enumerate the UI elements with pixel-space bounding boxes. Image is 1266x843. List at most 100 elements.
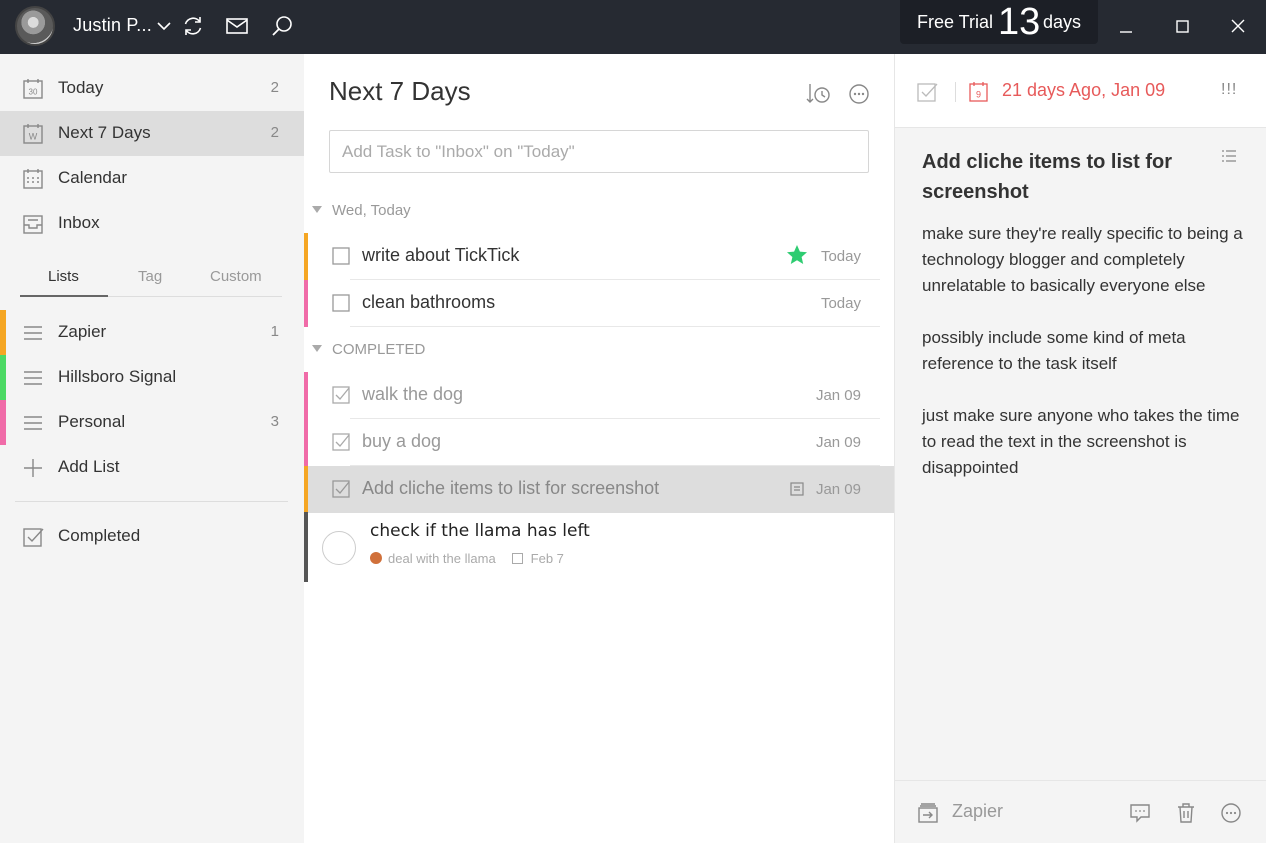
collapse-triangle-icon [312,206,322,213]
avatar[interactable] [15,6,55,46]
detail-header: 9 21 days Ago, Jan 09 !!! [895,54,1266,128]
task-row[interactable]: walk the dog Jan 09 [304,372,894,419]
priority-button[interactable]: !!! [1221,81,1237,99]
active-tab-indicator [20,295,108,297]
section-header-completed[interactable]: COMPLETED [312,341,425,358]
task-title: buy a dog [362,431,442,451]
task-list-panel: Next 7 Days Wed, Today write about TickT… [304,54,894,843]
calendar-week-icon: W [23,124,43,144]
minimize-button[interactable] [1114,14,1138,38]
header-divider [955,82,956,102]
task-color-bar [304,233,308,280]
task-title: write about TickTick [362,245,520,265]
trial-days-count: 13 [998,1,1041,43]
task-color-bar [304,512,308,582]
checkbox[interactable] [332,247,350,265]
task-title: Add cliche items to list for screenshot [362,478,660,498]
task-row[interactable]: clean bathrooms Today [304,280,894,327]
sidebar-item-label: Calendar [58,168,127,187]
list-icon [24,326,42,340]
sidebar-item-label: Completed [58,526,141,545]
trash-icon[interactable] [1174,801,1198,825]
list-icon [24,416,42,430]
sidebar-item-count: 2 [270,124,279,141]
mail-icon[interactable] [224,13,250,39]
chevron-down-icon[interactable] [151,13,177,39]
task-date: Jan 09 [815,387,861,404]
search-icon[interactable] [269,13,295,39]
task-color-bar [304,466,308,513]
sidebar-divider [15,501,288,502]
checkbox[interactable] [332,294,350,312]
maximize-button[interactable] [1170,14,1194,38]
star-icon [787,245,807,264]
sidebar-item-calendar[interactable]: Calendar [0,156,304,201]
sidebar-item-zapier[interactable]: Zapier 1 [0,310,304,355]
task-description[interactable]: make sure they're really specific to bei… [922,221,1247,507]
detail-footer: Zapier [895,780,1266,843]
round-checkbox[interactable] [322,531,356,565]
task-color-bar [304,372,308,419]
tab-custom[interactable]: Custom [210,268,262,285]
list-tabs: Lists Tag Custom [0,263,304,299]
list-color-bar [0,310,6,355]
sidebar-item-inbox[interactable]: Inbox [0,201,304,246]
task-row[interactable]: write about TickTick Today [304,233,894,280]
checkbox-checked[interactable] [332,386,350,404]
sidebar-item-personal[interactable]: Personal 3 [0,400,304,445]
sidebar-item-next-7-days[interactable]: W Next 7 Days 2 [0,111,304,156]
sidebar-item-label: Personal [58,412,126,431]
tab-lists[interactable]: Lists [48,268,79,285]
task-date: Today [820,248,861,265]
task-row[interactable]: buy a dog Jan 09 [304,419,894,466]
description-toggle-icon[interactable] [1221,148,1237,164]
title-bar: Justin P... Free Trial 13 days [0,0,1266,54]
sync-icon[interactable] [180,13,206,39]
page-title: Next 7 Days [329,76,471,106]
more-options-icon[interactable] [1219,801,1243,825]
free-trial-badge[interactable]: Free Trial 13 days [900,0,1098,44]
comment-icon[interactable] [1128,801,1152,825]
task-row-selected[interactable]: Add cliche items to list for screenshot … [304,466,894,513]
task-detail-panel: 9 21 days Ago, Jan 09 !!! Add cliche ite… [894,54,1266,843]
task-detail-title[interactable]: Add cliche items to list for screenshot [922,147,1212,207]
collapse-triangle-icon [312,345,322,352]
sidebar-item-label: Inbox [58,213,100,232]
description-paragraph: make sure they're really specific to bei… [922,224,1243,295]
task-date: Feb 7 [530,551,564,566]
calendar-icon [511,553,523,564]
checkbox-checked-icon[interactable] [917,81,939,103]
task-date: Jan 09 [815,434,861,451]
section-header-today[interactable]: Wed, Today [312,202,411,219]
overlay-task-row[interactable]: check if the llama has left deal with th… [304,512,894,582]
svg-text:9: 9 [976,90,981,100]
add-list-button[interactable]: Add List [0,445,304,490]
sidebar: 30 Today 2 W Next 7 Days 2 Calendar Inbo… [0,54,304,843]
checkbox-checked[interactable] [332,480,350,498]
sidebar-item-count: 3 [270,413,279,430]
tab-tag[interactable]: Tag [138,268,162,285]
sidebar-item-label: Hillsboro Signal [58,367,177,386]
task-color-bar [304,419,308,466]
user-name[interactable]: Justin P... [73,15,152,36]
due-date-calendar-icon[interactable]: 9 [968,81,990,103]
move-to-list-icon[interactable] [917,802,939,824]
add-task-input[interactable] [329,130,869,173]
due-date-text[interactable]: 21 days Ago, Jan 09 [1002,80,1165,101]
sidebar-item-label: Today [58,78,104,97]
task-color-bar [304,280,308,327]
tabs-divider [108,296,282,297]
task-date: Jan 09 [815,481,861,498]
list-color-bar [0,355,6,400]
close-button[interactable] [1226,14,1250,38]
checkbox-checked[interactable] [332,433,350,451]
sidebar-item-today[interactable]: 30 Today 2 [0,66,304,111]
sidebar-item-hillsboro-signal[interactable]: Hillsboro Signal [0,355,304,400]
more-options-icon[interactable] [846,81,872,107]
sort-by-time-icon[interactable] [805,81,831,107]
task-list-name[interactable]: Zapier [952,801,1003,822]
task-date: Today [820,295,861,312]
task-title: check if the llama has left [370,521,590,541]
description-paragraph: just make sure anyone who takes the time… [922,406,1240,477]
sidebar-item-completed[interactable]: Completed [0,514,304,559]
